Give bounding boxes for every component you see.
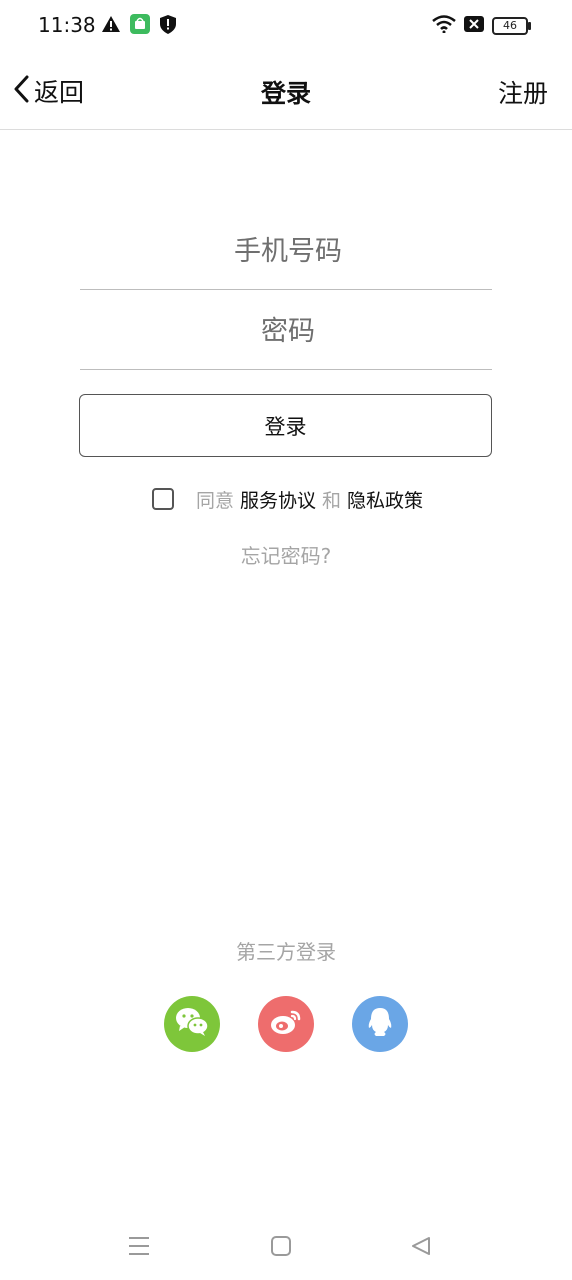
weibo-login-button[interactable] <box>258 996 314 1052</box>
forgot-password-row: 忘记密码? <box>0 540 572 569</box>
password-field-wrapper <box>80 292 496 371</box>
status-bar: 11:38 46 <box>0 0 572 52</box>
service-agreement-link[interactable]: 服务协议 <box>240 486 316 513</box>
system-nav-bar <box>0 1215 572 1275</box>
warning-icon <box>102 16 120 36</box>
forgot-password-link[interactable]: 忘记密码? <box>241 544 332 568</box>
password-input[interactable] <box>80 292 496 371</box>
shield-icon <box>160 14 176 38</box>
register-link[interactable]: 注册 <box>498 74 548 110</box>
agree-text: 同意 <box>196 489 235 512</box>
menu-icon[interactable] <box>126 1233 152 1259</box>
nav-bar: 返回 登录 注册 <box>0 52 572 130</box>
weibo-icon <box>270 1008 302 1040</box>
back-triangle-icon[interactable] <box>408 1233 434 1259</box>
agreement-row: 同意 服务协议 和 隐私政策 <box>152 484 423 514</box>
agree-checkbox[interactable] <box>152 488 174 510</box>
status-left-icons <box>102 14 176 38</box>
status-time: 11:38 <box>38 13 96 37</box>
status-right-icons: 46 <box>432 14 531 38</box>
page-title: 登录 <box>260 79 311 108</box>
qq-icon <box>366 1006 394 1042</box>
wechat-icon <box>175 1007 209 1041</box>
wifi-icon <box>432 15 456 37</box>
battery-icon: 46 <box>492 17 531 35</box>
phone-field-wrapper <box>80 212 496 291</box>
home-icon[interactable] <box>268 1233 294 1259</box>
third-party-title: 第三方登录 <box>236 940 336 964</box>
qq-login-button[interactable] <box>352 996 408 1052</box>
phone-input[interactable] <box>80 212 496 291</box>
app-notification-icon <box>130 14 150 38</box>
and-text: 和 <box>322 489 342 512</box>
privacy-policy-link[interactable]: 隐私政策 <box>347 486 423 513</box>
login-button[interactable]: 登录 <box>79 394 492 457</box>
no-sim-icon <box>464 16 484 36</box>
wechat-login-button[interactable] <box>164 996 220 1052</box>
